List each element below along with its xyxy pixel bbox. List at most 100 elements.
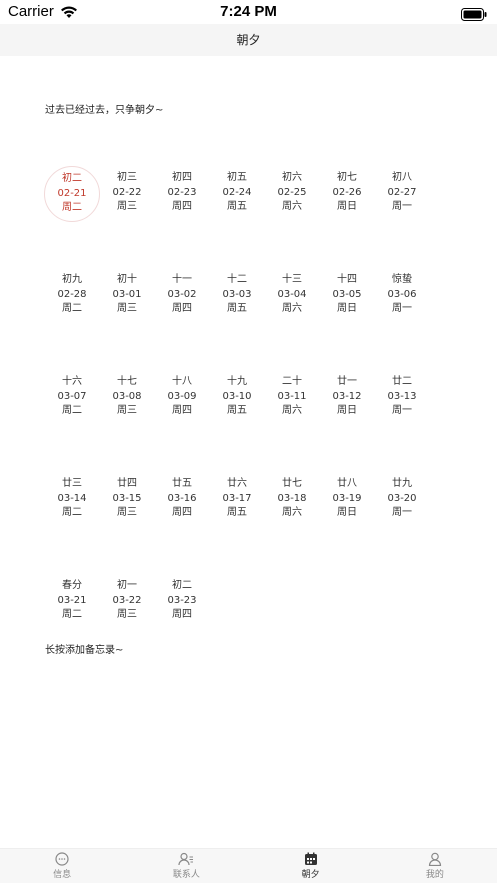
day-weekday: 周四: [172, 303, 192, 314]
day-weekday: 周一: [392, 405, 412, 416]
calendar-day[interactable]: 惊蛰 03-06 周一: [374, 268, 430, 324]
day-weekday: 周六: [282, 303, 302, 314]
calendar-day[interactable]: 初四 02-23 周四: [154, 166, 210, 222]
day-date: 02-28: [57, 288, 87, 300]
day-lunar: 十一: [172, 274, 192, 285]
calendar-day[interactable]: 廿二 03-13 周一: [374, 370, 430, 426]
contacts-icon: [178, 852, 194, 866]
day-date: 03-09: [167, 390, 197, 402]
calendar-day[interactable]: 十六 03-07 周二: [44, 370, 100, 426]
calendar-day[interactable]: 十三 03-04 周六: [264, 268, 320, 324]
day-date: 03-12: [332, 390, 362, 402]
day-date: 03-13: [387, 390, 417, 402]
tab-contacts[interactable]: 联系人: [124, 849, 248, 883]
day-weekday: 周五: [227, 303, 247, 314]
calendar-day[interactable]: 廿六 03-17 周五: [209, 472, 265, 528]
day-weekday: 周四: [172, 609, 192, 620]
calendar-day[interactable]: 廿四 03-15 周三: [99, 472, 155, 528]
calendar-day[interactable]: 初二 03-23 周四: [154, 574, 210, 630]
tab-label: 朝夕: [301, 870, 320, 880]
day-weekday: 周一: [392, 303, 412, 314]
day-weekday: 周一: [392, 507, 412, 518]
day-date: 03-19: [332, 492, 362, 504]
calendar-day[interactable]: 廿一 03-12 周日: [319, 370, 375, 426]
day-weekday: 周二: [62, 202, 82, 213]
calendar-day[interactable]: 初七 02-26 周日: [319, 166, 375, 222]
day-date: 03-18: [277, 492, 307, 504]
calendar-day[interactable]: 初一 03-22 周三: [99, 574, 155, 630]
calendar-day[interactable]: 初八 02-27 周一: [374, 166, 430, 222]
tab-bar: 信息 联系人 朝夕 我的: [0, 848, 497, 883]
day-lunar: 初七: [337, 172, 357, 183]
calendar-day[interactable]: 初六 02-25 周六: [264, 166, 320, 222]
day-date: 03-14: [57, 492, 87, 504]
calendar-day[interactable]: 廿九 03-20 周一: [374, 472, 430, 528]
day-weekday: 周二: [62, 507, 82, 518]
calendar-day[interactable]: 十七 03-08 周三: [99, 370, 155, 426]
calendar-day[interactable]: 十二 03-03 周五: [209, 268, 265, 324]
calendar-day[interactable]: 廿八 03-19 周日: [319, 472, 375, 528]
day-lunar: 初四: [172, 172, 192, 183]
calendar-day[interactable]: 初九 02-28 周二: [44, 268, 100, 324]
calendar-day[interactable]: 十九 03-10 周五: [209, 370, 265, 426]
page-title: 朝夕: [236, 33, 261, 47]
calendar-day[interactable]: 二十 03-11 周六: [264, 370, 320, 426]
calendar-day[interactable]: 初二 02-21 周二: [44, 166, 100, 222]
calendar-day[interactable]: 初十 03-01 周三: [99, 268, 155, 324]
calendar-day[interactable]: 十一 03-02 周四: [154, 268, 210, 324]
calendar-day[interactable]: 廿五 03-16 周四: [154, 472, 210, 528]
calendar-day[interactable]: 春分 03-21 周二: [44, 574, 100, 630]
day-weekday: 周六: [282, 507, 302, 518]
day-date: 02-27: [387, 186, 417, 198]
day-lunar: 春分: [62, 580, 82, 591]
day-weekday: 周日: [337, 507, 357, 518]
day-lunar: 十二: [227, 274, 247, 285]
day-weekday: 周三: [117, 303, 137, 314]
day-weekday: 周三: [117, 405, 137, 416]
status-bar: Carrier 7:24 PM: [0, 0, 497, 24]
day-lunar: 十九: [227, 376, 247, 387]
tab-zhaoxi[interactable]: 朝夕: [249, 849, 373, 883]
day-lunar: 初八: [392, 172, 412, 183]
calendar-day[interactable]: 初五 02-24 周五: [209, 166, 265, 222]
day-date: 02-24: [222, 186, 252, 198]
day-lunar: 十八: [172, 376, 192, 387]
calendar-day[interactable]: 十四 03-05 周日: [319, 268, 375, 324]
calendar-day[interactable]: 廿三 03-14 周二: [44, 472, 100, 528]
day-weekday: 周四: [172, 405, 192, 416]
day-date: 03-11: [277, 390, 307, 402]
day-weekday: 周日: [337, 303, 357, 314]
day-date: 03-23: [167, 594, 197, 606]
tab-messages[interactable]: 信息: [0, 849, 124, 883]
day-date: 03-03: [222, 288, 252, 300]
day-date: 03-01: [112, 288, 142, 300]
day-date: 02-22: [112, 186, 142, 198]
tab-label: 我的: [425, 870, 444, 880]
day-lunar: 初九: [62, 274, 82, 285]
calendar-day[interactable]: 廿七 03-18 周六: [264, 472, 320, 528]
calendar-day[interactable]: 十八 03-09 周四: [154, 370, 210, 426]
tab-label: 信息: [53, 870, 72, 880]
day-lunar: 初六: [282, 172, 302, 183]
day-lunar: 廿一: [337, 376, 357, 387]
day-weekday: 周二: [62, 609, 82, 620]
day-lunar: 廿三: [62, 478, 82, 489]
day-weekday: 周二: [62, 405, 82, 416]
day-date: 03-06: [387, 288, 417, 300]
chat-bubble-icon: [55, 852, 69, 866]
day-lunar: 廿二: [392, 376, 412, 387]
day-lunar: 初五: [227, 172, 247, 183]
day-lunar: 初十: [117, 274, 137, 285]
day-lunar: 廿八: [337, 478, 357, 489]
day-lunar: 初一: [117, 580, 137, 591]
day-date: 02-26: [332, 186, 362, 198]
day-weekday: 周五: [227, 405, 247, 416]
tab-me[interactable]: 我的: [373, 849, 497, 883]
day-date: 03-05: [332, 288, 362, 300]
day-lunar: 初三: [117, 172, 137, 183]
day-lunar: 二十: [282, 376, 302, 387]
calendar-day[interactable]: 初三 02-22 周三: [99, 166, 155, 222]
day-weekday: 周日: [337, 405, 357, 416]
day-weekday: 周一: [392, 201, 412, 212]
day-weekday: 周六: [282, 201, 302, 212]
